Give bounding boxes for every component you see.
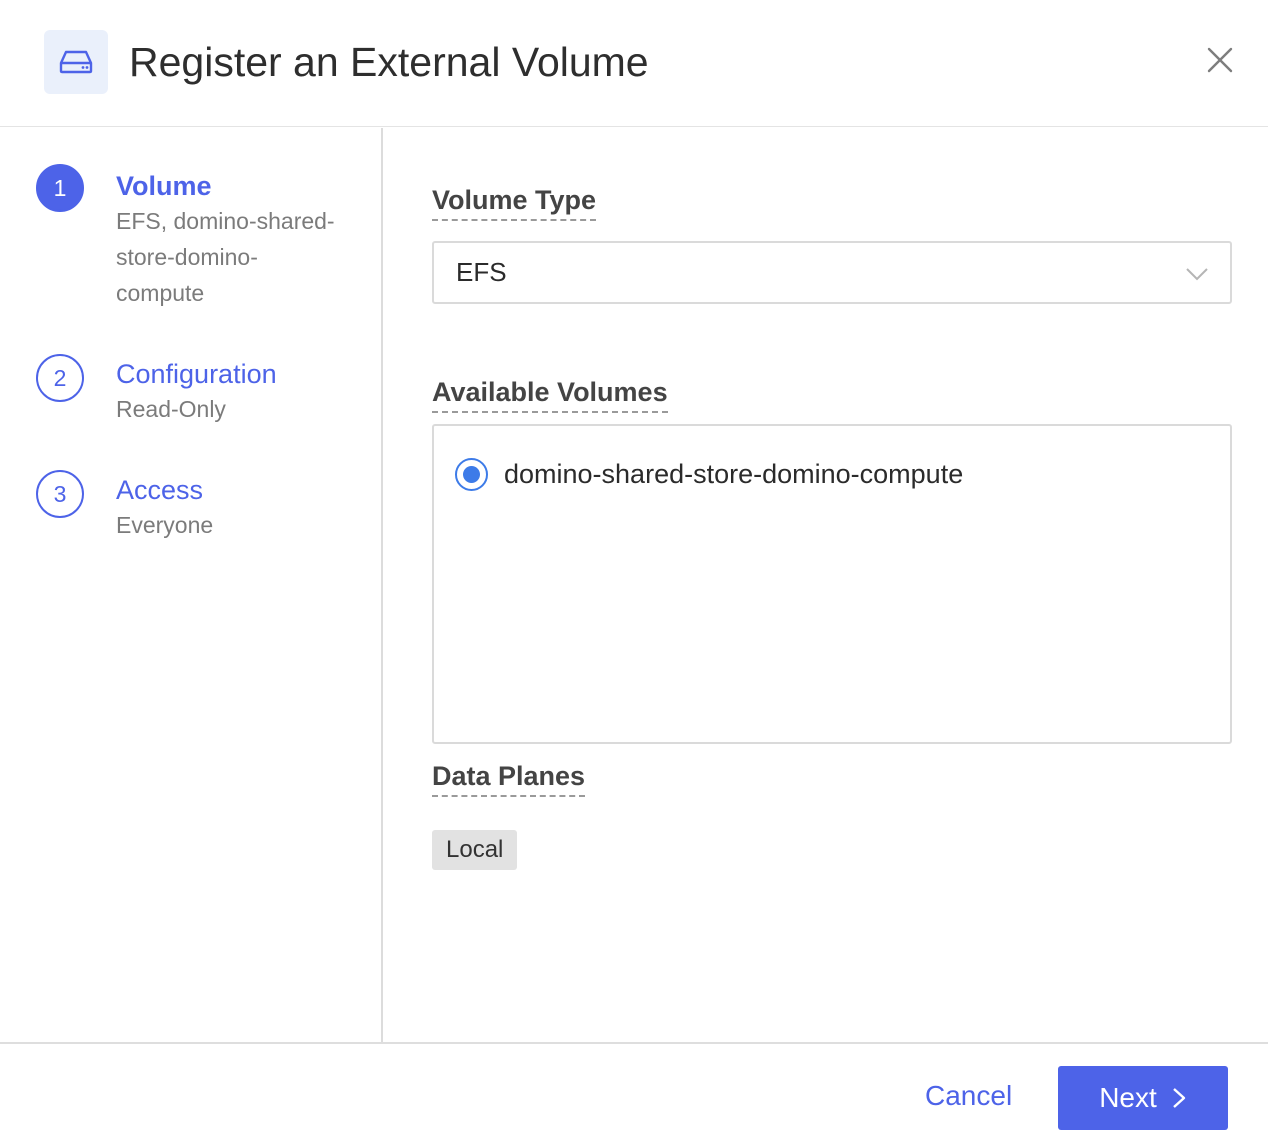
data-plane-tag: Local (432, 830, 518, 870)
available-volumes-label: Available Volumes (432, 376, 668, 413)
cancel-button[interactable]: Cancel (925, 1080, 1012, 1112)
step-content: Volume Type EFS Available Volumes domino… (385, 128, 1268, 1042)
hard-drive-icon (44, 30, 108, 94)
next-button-label: Next (1099, 1082, 1157, 1113)
step-title: Access (116, 475, 204, 505)
step-number: 2 (36, 354, 84, 402)
close-icon[interactable] (1200, 40, 1240, 80)
step-number: 1 (36, 164, 84, 212)
volume-option-label: domino-shared-store-domino-compute (504, 459, 964, 489)
radio-button[interactable] (455, 458, 488, 491)
step-title: Volume (116, 171, 212, 201)
volume-type-value: EFS (456, 257, 507, 287)
available-volumes-list: domino-shared-store-domino-compute (432, 424, 1232, 744)
chevron-down-icon (1184, 261, 1210, 287)
dialog-title: Register an External Volume (129, 39, 649, 85)
dialog-footer: Cancel Next (0, 1042, 1268, 1146)
radio-selected-dot (463, 466, 480, 483)
step-title: Configuration (116, 359, 277, 389)
volume-type-label: Volume Type (432, 184, 597, 221)
dialog-header: Register an External Volume (0, 0, 1268, 127)
step-subtitle: Everyone (116, 512, 214, 538)
next-button[interactable]: Next (1058, 1066, 1228, 1130)
step-number: 3 (36, 470, 84, 518)
step-subtitle: Read-Only (116, 396, 226, 422)
wizard-steps: 1 Volume EFS, domino-shared-store-domino… (0, 128, 383, 1042)
data-planes-label: Data Planes (432, 760, 586, 797)
volume-option[interactable]: domino-shared-store-domino-compute (455, 458, 963, 491)
volume-type-select[interactable]: EFS (432, 241, 1232, 304)
step-subtitle: EFS, domino-shared-store-domino-compute (116, 208, 335, 306)
chevron-right-icon (1172, 1088, 1185, 1108)
